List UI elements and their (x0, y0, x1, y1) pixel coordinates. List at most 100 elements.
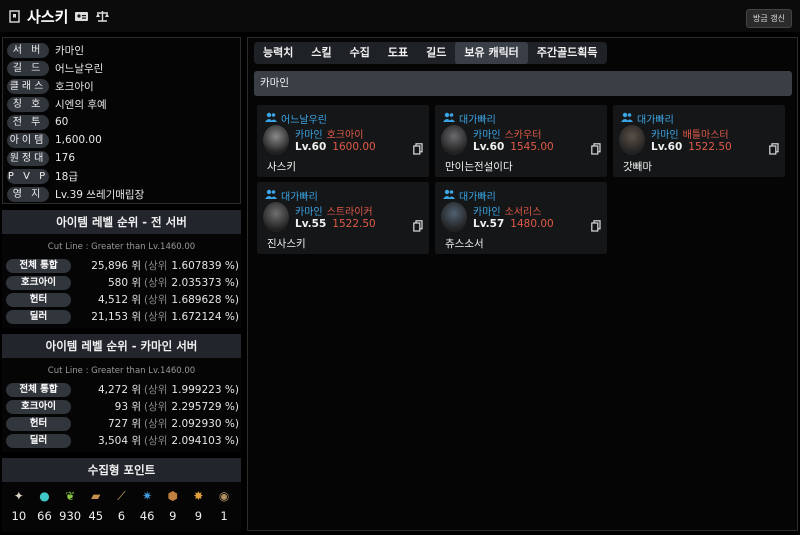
character-class: 스트라이커 (326, 207, 373, 218)
voyage-icon: ⟋ (117, 488, 126, 503)
copy-icon[interactable] (413, 143, 423, 155)
rank-percent: 2.094103 %) (171, 434, 239, 447)
tab-1[interactable]: 스킬 (302, 42, 340, 64)
collection-item[interactable]: ✷ 46 (135, 488, 159, 523)
title-area: 사스키 (8, 6, 110, 27)
rank-server-panel: 아이템 레벨 순위 - 카마인 서버 Cut Line : Greater th… (2, 334, 241, 452)
refresh-button[interactable]: 방금 갱신 (746, 9, 792, 28)
guild-members-icon (443, 189, 455, 202)
collection-item[interactable]: ● 66 (32, 488, 56, 523)
character-name-label: 츄스소서 (445, 238, 484, 250)
character-card[interactable]: 대가빠리 카마인 스트라이커 Lv.55 1522.50 진사스키 (257, 182, 429, 254)
rank-category-label: 호크아이 (6, 399, 71, 414)
collection-item[interactable]: ✸ 9 (186, 488, 210, 523)
profile-row: 길 드 어느날우린 (3, 59, 240, 77)
tab-4[interactable]: 길드 (417, 42, 455, 64)
profile-value: 1,600.00 (55, 134, 102, 146)
collection-item[interactable]: ⬢ 9 (161, 488, 185, 523)
collection-item[interactable]: ◉ 1 (212, 488, 236, 523)
rank-category-label: 전체 통합 (6, 382, 71, 397)
rank-value: 4,512 위 (97, 294, 141, 306)
collection-value: 10 (11, 509, 27, 523)
character-server: 카마인 (295, 130, 323, 141)
character-item-level: 1545.00 (510, 141, 554, 153)
level-line: Lv.55 1522.50 (295, 218, 376, 233)
collection-points-panel: 수집형 포인트 ✦ 10 ● 66 ❦ 930 ▰ 45 ⟋ 6 ✷ 46 ⬢ 9 ✸ 9 ◉ 1 (2, 458, 241, 532)
server-class-line: 카마인 호크아이 (295, 126, 376, 141)
island-heart-icon: ● (39, 489, 50, 503)
tab-3[interactable]: 도표 (379, 42, 417, 64)
copy-icon[interactable] (591, 220, 601, 232)
rank-percent: 2.092930 %) (171, 417, 239, 430)
rank-value: 3,504 위 (97, 435, 141, 447)
guild-name: 대가빠리 (459, 115, 496, 126)
character-avatar (263, 202, 289, 232)
character-avatar (619, 125, 645, 155)
character-level: Lv.60 (651, 141, 683, 153)
collection-title: 수집형 포인트 (2, 458, 241, 482)
rank-value: 4,272 위 (97, 384, 141, 396)
profile-label: 영 지 (7, 186, 49, 202)
profile-row: 서 버 카마인 (3, 41, 240, 59)
rank-row: 딜러 21,153 위 (상위 1.672124 %) (2, 308, 241, 325)
profile-label: 원정대 (7, 150, 49, 166)
id-card-icon[interactable] (74, 10, 89, 23)
guild-name: 대가빠리 (281, 192, 318, 203)
guild-name: 대가빠리 (459, 192, 496, 203)
guild-line: 대가빠리 (443, 111, 496, 126)
scale-icon[interactable] (95, 10, 110, 23)
mokoko-seed-icon: ✦ (13, 489, 24, 503)
copy-icon[interactable] (591, 143, 601, 155)
profile-value: 카마인 (55, 44, 84, 57)
tab-0[interactable]: 능력치 (254, 42, 302, 64)
collection-item[interactable]: ❦ 930 (58, 488, 82, 523)
profile-row: 전 투 60 (3, 113, 240, 131)
character-class: 스카우터 (504, 130, 542, 141)
character-card[interactable]: 대가빠리 카마인 배틀마스터 Lv.60 1522.50 갓빼마 (613, 105, 785, 177)
tab-5[interactable]: 보유 캐릭터 (455, 42, 528, 64)
rank-top-label: (상위 (144, 311, 168, 323)
ignea-token-icon: ⬢ (167, 489, 178, 503)
profile-label: 아이템 (7, 132, 49, 148)
character-name-label: 진사스키 (267, 238, 306, 250)
guild-members-icon (621, 112, 633, 125)
profile-value: 60 (55, 116, 69, 128)
tab-2[interactable]: 수집 (341, 42, 379, 64)
rank-percent: 1.672124 %) (171, 310, 239, 323)
copy-icon[interactable] (769, 143, 779, 155)
character-name: 사스키 (27, 8, 69, 26)
collection-item[interactable]: ⟋ 6 (109, 488, 133, 524)
profile-value: 어느날우린 (55, 62, 104, 75)
art-icon: ▰ (91, 489, 101, 503)
guild-line: 대가빠리 (621, 111, 674, 126)
rank-top-label: (상위 (144, 277, 168, 289)
profile-value: 시엔의 후예 (55, 98, 107, 111)
character-card[interactable]: 대가빠리 카마인 소서리스 Lv.57 1480.00 츄스소서 (435, 182, 607, 254)
tab-6[interactable]: 주간골드획득 (528, 42, 607, 64)
character-info: 카마인 스카우터 Lv.60 1545.00 (473, 126, 554, 156)
character-item-level: 1522.50 (688, 141, 732, 153)
rank-category-label: 호크아이 (6, 275, 71, 290)
rank-value: 727 위 (107, 418, 141, 430)
rank-category-label: 딜러 (6, 309, 71, 324)
collection-value: 930 (59, 509, 82, 523)
profile-label: 칭 호 (7, 96, 49, 112)
collection-item[interactable]: ▰ 45 (84, 488, 108, 523)
character-info: 카마인 소서리스 Lv.57 1480.00 (473, 203, 554, 233)
character-info: 카마인 배틀마스터 Lv.60 1522.50 (651, 126, 732, 156)
copy-icon[interactable] (413, 220, 423, 232)
character-name-label: 사스키 (267, 161, 296, 173)
character-item-level: 1522.50 (332, 218, 376, 230)
character-card[interactable]: 어느날우린 카마인 호크아이 Lv.60 1600.00 사스키 (257, 105, 429, 177)
collection-value: 9 (169, 509, 177, 523)
guild-name: 어느날우린 (281, 115, 327, 126)
server-group-header: 카마인 (254, 71, 792, 96)
server-class-line: 카마인 배틀마스터 (651, 126, 732, 141)
character-card[interactable]: 대가빠리 카마인 스카우터 Lv.60 1545.00 만이는전설이다 (435, 105, 607, 177)
character-item-level: 1480.00 (510, 218, 554, 230)
character-server: 카마인 (473, 130, 501, 141)
bookmark-icon[interactable] (8, 10, 21, 23)
collection-item[interactable]: ✦ 10 (7, 488, 31, 523)
profile-value: 호크아이 (55, 80, 94, 93)
rank-all-title: 아이템 레벨 순위 - 전 서버 (2, 210, 241, 234)
